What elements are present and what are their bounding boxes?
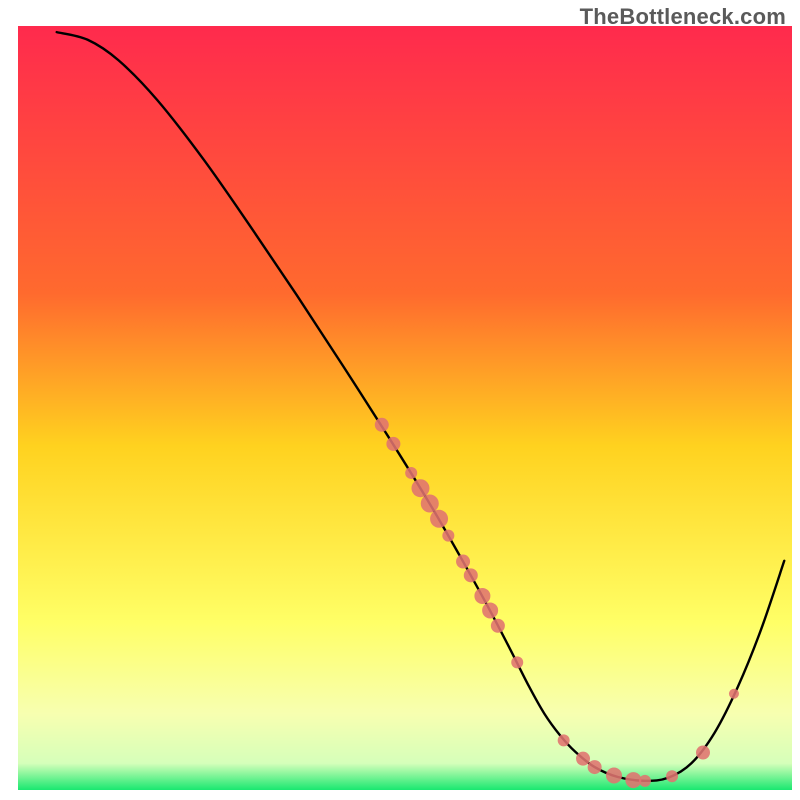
marker-dot — [576, 752, 590, 766]
plot-background — [18, 26, 792, 790]
marker-dot — [482, 602, 498, 618]
marker-dot — [666, 770, 678, 782]
marker-dot — [386, 437, 400, 451]
marker-dot — [491, 619, 505, 633]
marker-dot — [464, 568, 478, 582]
marker-dot — [375, 418, 389, 432]
chart-stage: TheBottleneck.com — [0, 0, 800, 800]
marker-dot — [411, 479, 429, 497]
marker-dot — [430, 510, 448, 528]
marker-dot — [606, 767, 622, 783]
marker-dot — [625, 772, 641, 788]
marker-dot — [639, 775, 651, 787]
marker-dot — [442, 530, 454, 542]
marker-dot — [696, 746, 710, 760]
marker-dot — [511, 656, 523, 668]
marker-dot — [588, 760, 602, 774]
marker-dot — [421, 495, 439, 513]
marker-dot — [729, 689, 739, 699]
marker-dot — [405, 467, 417, 479]
marker-dot — [558, 734, 570, 746]
marker-dot — [456, 555, 470, 569]
bottleneck-chart — [0, 0, 800, 800]
marker-dot — [474, 588, 490, 604]
